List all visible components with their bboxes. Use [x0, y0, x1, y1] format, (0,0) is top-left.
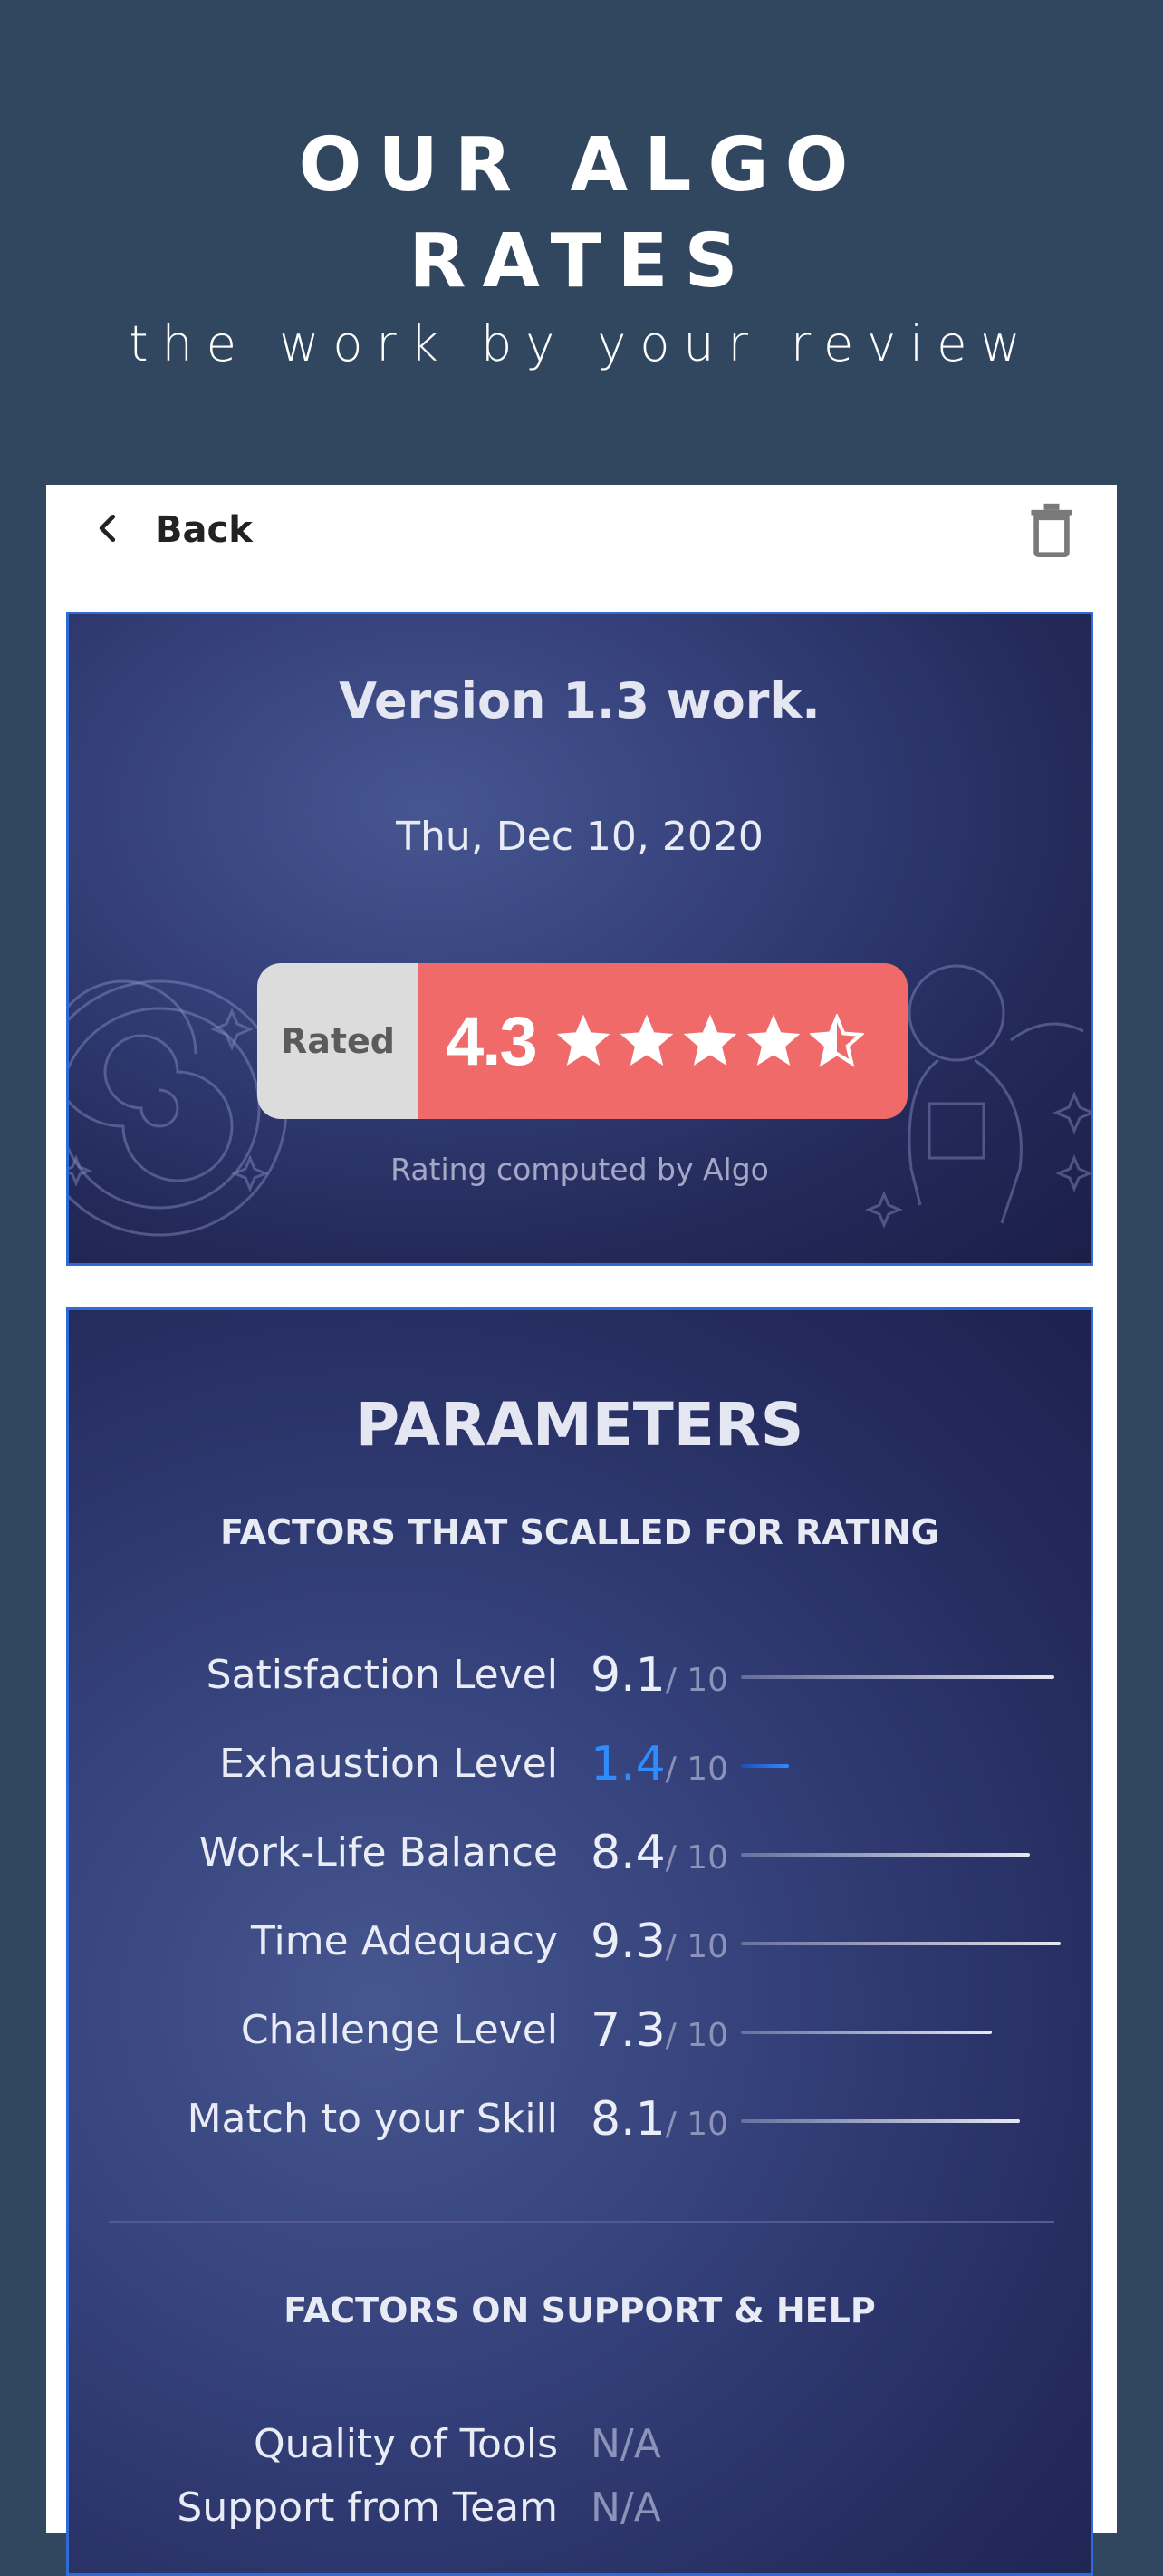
factor-score: 9.3	[591, 1915, 666, 1969]
support-row: Support from Team N/A	[69, 2472, 1091, 2544]
trash-icon	[1031, 503, 1072, 557]
hero-header: OUR ALGO RATES the work by your review	[0, 0, 1163, 471]
factor-row: Satisfaction Level 9.1/ 10	[69, 1639, 1091, 1712]
factor-value: 9.1/ 10	[591, 1639, 728, 1717]
factor-scale: / 10	[665, 2106, 729, 2143]
hero-title: OUR ALGO RATES	[0, 118, 1163, 310]
support-label: Quality of Tools	[254, 2421, 558, 2467]
star-rating	[556, 1014, 873, 1068]
factor-bar	[741, 1853, 1030, 1857]
delete-button[interactable]	[1024, 501, 1079, 557]
factor-score: 8.4	[591, 1826, 666, 1880]
star-icon	[556, 1014, 610, 1066]
factor-score: 9.1	[591, 1648, 666, 1703]
support-row: Quality of Tools N/A	[69, 2408, 1091, 2481]
rating-badge: Rated 4.3	[257, 963, 908, 1119]
factors-rating-heading: FACTORS THAT SCALLED FOR RATING	[220, 1512, 939, 1552]
hero-subtitle: the work by your review	[129, 315, 1034, 372]
factor-bar	[741, 1942, 1061, 1945]
top-bar: Back	[46, 485, 1117, 574]
factor-value: 8.1/ 10	[591, 2083, 728, 2161]
factor-scale: / 10	[665, 2017, 729, 2054]
factor-score: 1.4	[591, 1737, 666, 1791]
support-value: N/A	[591, 2421, 661, 2467]
rating-value-box: 4.3	[418, 963, 908, 1119]
factor-scale: / 10	[665, 1662, 729, 1699]
parameters-card: PARAMETERS FACTORS THAT SCALLED FOR RATI…	[66, 1307, 1093, 2576]
factor-row: Exhaustion Level 1.4/ 10	[69, 1728, 1091, 1800]
chevron-left-icon	[91, 511, 126, 549]
factor-value: 9.3/ 10	[591, 1905, 728, 1983]
factor-scale: / 10	[665, 1928, 729, 1965]
back-label: Back	[155, 509, 253, 551]
factor-scale: / 10	[665, 1751, 729, 1788]
factor-bar	[741, 2031, 992, 2034]
star-icon	[683, 1014, 736, 1066]
summary-card: Version 1.3 work. Thu, Dec 10, 2020 Rate…	[66, 612, 1093, 1266]
hero-title-line2: RATES	[408, 218, 755, 304]
rating-note: Rating computed by Algo	[390, 1152, 769, 1187]
back-button[interactable]: Back	[91, 507, 253, 554]
support-value: N/A	[591, 2484, 661, 2531]
rated-label: Rated	[257, 963, 418, 1119]
factor-scale: / 10	[665, 1839, 729, 1877]
factor-row: Time Adequacy 9.3/ 10	[69, 1905, 1091, 1978]
summary-title: Version 1.3 work.	[339, 672, 821, 729]
factor-value: 8.4/ 10	[591, 1817, 728, 1895]
factor-value: 1.4/ 10	[591, 1728, 728, 1806]
support-label: Support from Team	[177, 2484, 558, 2531]
rating-panel: Back Version 1.3 work. Thu, Dec 10, 2020…	[46, 485, 1117, 2576]
star-icon	[746, 1014, 800, 1066]
factor-row: Work-Life Balance 8.4/ 10	[69, 1817, 1091, 1889]
factor-value: 7.3/ 10	[591, 1994, 728, 2072]
star-icon	[620, 1014, 673, 1066]
factor-row: Challenge Level 7.3/ 10	[69, 1994, 1091, 2067]
factor-label: Exhaustion Level	[219, 1741, 558, 1787]
factor-label: Work-Life Balance	[198, 1829, 558, 1876]
factor-label: Time Adequacy	[250, 1918, 558, 1964]
factor-bar	[741, 1675, 1054, 1679]
star-half-icon	[809, 1014, 864, 1067]
section-divider	[109, 2221, 1054, 2223]
hero-title-line1: OUR ALGO	[298, 122, 865, 208]
factor-label: Match to your Skill	[187, 2096, 558, 2142]
factor-bar	[741, 2119, 1020, 2123]
summary-date: Thu, Dec 10, 2020	[396, 814, 764, 860]
factor-label: Satisfaction Level	[206, 1652, 558, 1698]
factor-label: Challenge Level	[240, 2007, 558, 2053]
factor-score: 8.1	[591, 2092, 666, 2147]
factors-support-heading: FACTORS ON SUPPORT & HELP	[284, 2291, 876, 2330]
rating-value: 4.3	[446, 1002, 538, 1080]
factor-row: Match to your Skill 8.1/ 10	[69, 2083, 1091, 2156]
factor-score: 7.3	[591, 2003, 666, 2058]
factor-bar	[741, 1764, 789, 1768]
parameters-title: PARAMETERS	[355, 1390, 804, 1460]
